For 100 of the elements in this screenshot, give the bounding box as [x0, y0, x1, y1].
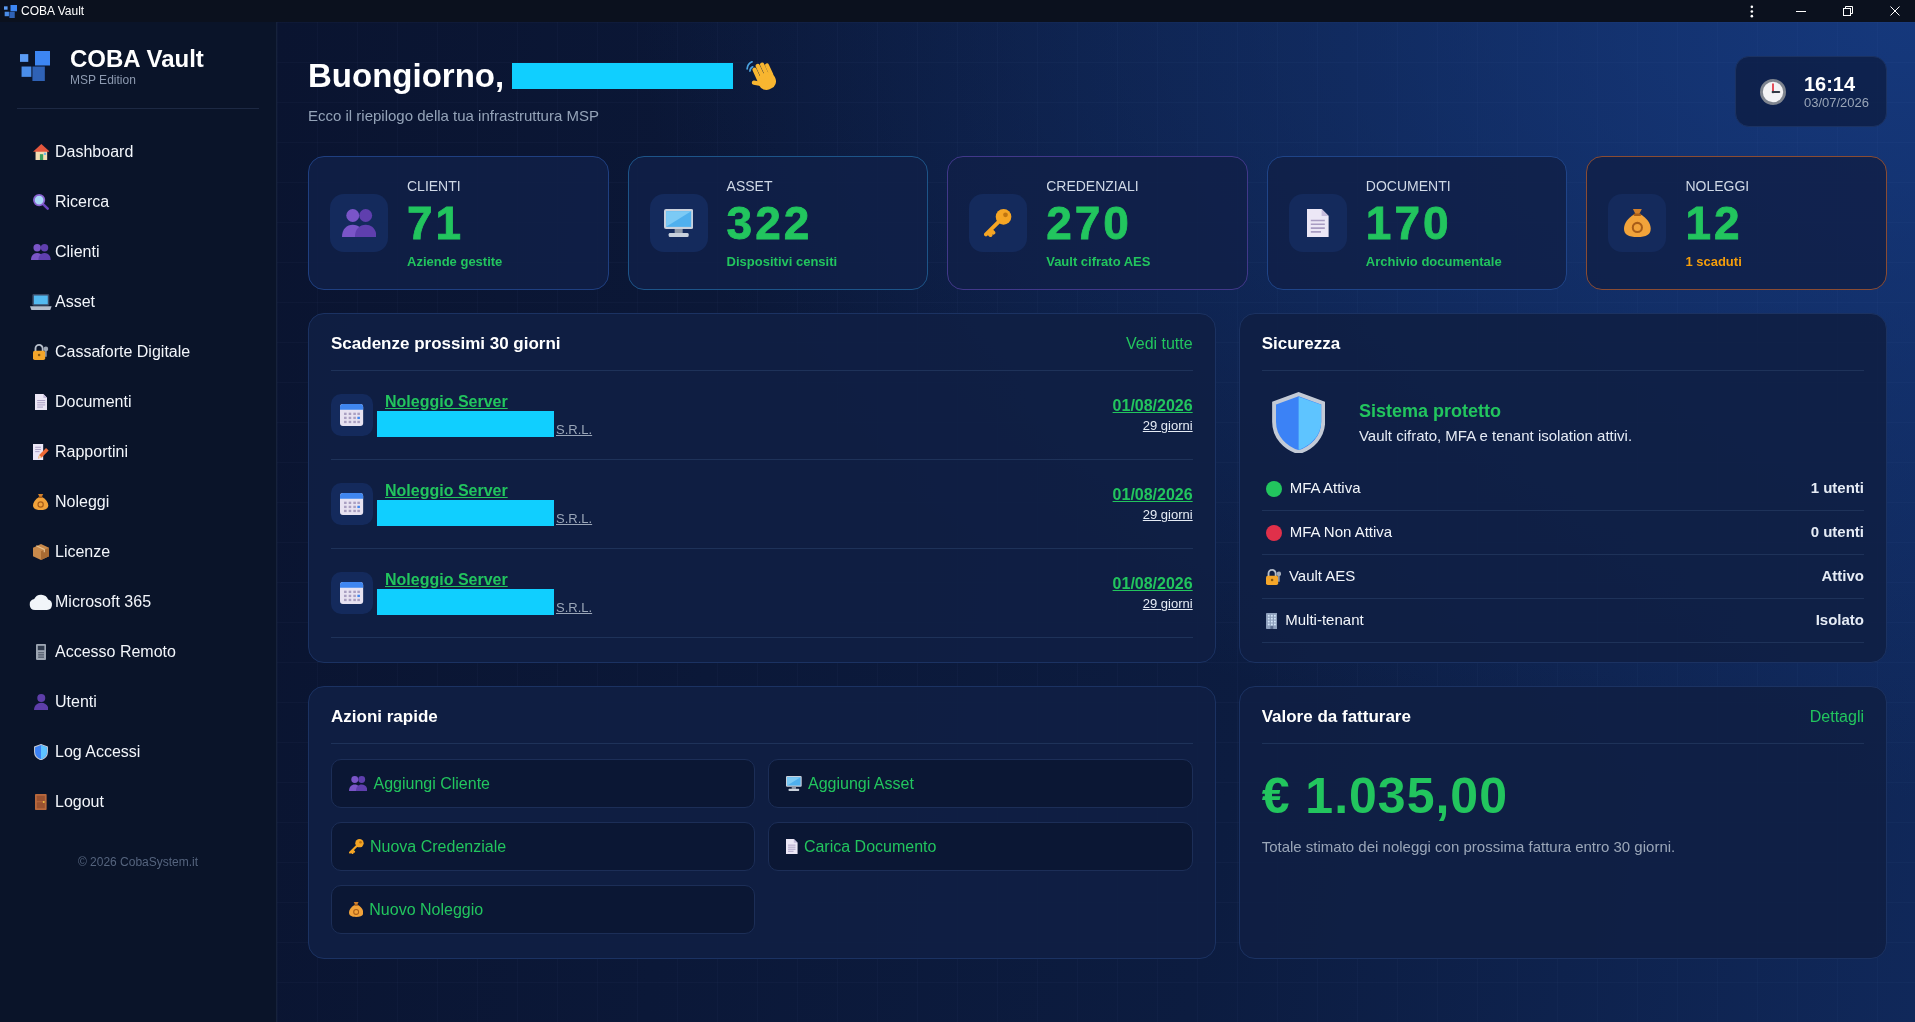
kebab-menu-icon[interactable] — [1750, 4, 1754, 18]
key-icon — [349, 839, 364, 854]
document-icon — [34, 394, 48, 410]
quick-action-button[interactable]: Carica Documento — [768, 822, 1193, 871]
shield-icon — [34, 744, 48, 760]
sidebar-nav-item[interactable]: Clienti — [33, 242, 100, 262]
stat-label: DOCUMENTI — [1365, 177, 1452, 194]
security-label: MFA Attiva — [1289, 478, 1361, 499]
stat-label: CLIENTI — [407, 177, 462, 194]
client-name-link[interactable]: S.R.L. — [556, 511, 593, 526]
minimize-icon[interactable] — [1796, 10, 1806, 12]
details-link[interactable]: Dettagli — [1809, 705, 1864, 729]
padlock-key-icon — [33, 344, 49, 360]
view-all-link[interactable]: Vedi tutte — [1125, 332, 1193, 356]
billing-amount: € 1.035,00 — [1261, 768, 1509, 825]
building-icon — [1265, 612, 1278, 629]
stat-note: Dispositivi censiti — [726, 253, 838, 269]
stat-value: 322 — [726, 199, 814, 246]
people-icon — [349, 776, 368, 791]
sidebar-nav-item[interactable]: Documenti — [33, 392, 132, 412]
monitor-icon — [649, 194, 708, 252]
memo-pencil-icon — [33, 444, 49, 460]
client-name-link[interactable]: S.R.L. — [556, 422, 593, 437]
panel-title: Scadenze prossimi 30 giorni — [331, 333, 561, 356]
sidebar-nav-item[interactable]: Asset — [33, 292, 95, 312]
greeting-text: Buongiorno, — [308, 56, 505, 96]
due-date-link[interactable]: 01/08/2026 — [1112, 396, 1193, 416]
window-title: COBA Vault — [21, 4, 85, 18]
quick-action-button[interactable]: Aggiungi Cliente — [331, 759, 756, 808]
status-title: Sistema protetto — [1358, 399, 1502, 422]
stat-note: Vault cifrato AES — [1046, 253, 1151, 269]
sidebar-nav-item[interactable]: Noleggi — [33, 492, 110, 512]
sidebar-nav-item[interactable]: Ricerca — [33, 192, 110, 212]
laptop-icon — [30, 294, 52, 310]
quick-action-button[interactable]: Aggiungi Asset — [768, 759, 1193, 808]
stat-note: Archivio documentale — [1365, 253, 1502, 269]
greeting-subtitle: Ecco il riepilogo della tua infrastruttura MSP — [308, 106, 600, 126]
deadline-title-link[interactable]: Noleggio Server — [385, 482, 508, 500]
money-bag-icon — [349, 902, 364, 917]
door-icon — [35, 794, 47, 810]
restore-icon[interactable] — [1843, 6, 1853, 16]
sidebar-nav-item[interactable]: Logout — [33, 792, 104, 812]
brand-logo-icon — [20, 51, 50, 81]
money-bag-icon — [33, 494, 49, 510]
house-icon — [32, 144, 50, 160]
document-icon — [1288, 194, 1347, 252]
calendar-icon — [331, 394, 373, 436]
panel-title: Azioni rapide — [331, 706, 438, 729]
stat-value: 12 — [1685, 199, 1744, 246]
stat-note: Aziende gestite — [407, 253, 503, 269]
sidebar-nav-item[interactable]: Microsoft 365 — [33, 592, 152, 612]
security-value: Isolato — [1815, 610, 1864, 631]
clock-icon — [1759, 78, 1786, 105]
clock-date: 03/07/2026 — [1803, 94, 1869, 111]
sidebar-nav-item[interactable]: Cassaforte Digitale — [33, 342, 191, 362]
people-icon — [31, 244, 51, 260]
copyright-text: © 2026 CobaSystem.it — [76, 855, 200, 869]
days-remaining-link[interactable]: 29 giorni — [1142, 418, 1193, 434]
magnifier-icon — [33, 194, 49, 210]
due-date-link[interactable]: 01/08/2026 — [1112, 485, 1193, 505]
app-logo-icon — [4, 4, 17, 18]
days-remaining-link[interactable]: 29 giorni — [1142, 596, 1193, 612]
due-date-link[interactable]: 01/08/2026 — [1112, 574, 1193, 594]
brand-name: COBA Vault — [70, 45, 204, 73]
stat-value: 71 — [407, 199, 466, 246]
panel-title: Valore da fatturare — [1261, 706, 1411, 729]
sidebar-nav-item[interactable]: Rapportini — [33, 442, 128, 462]
stat-label: NOLEGGI — [1685, 177, 1750, 194]
padlock-key-icon — [1265, 568, 1281, 585]
status-description: Vault cifrato, MFA e tenant isolation attivi. — [1358, 425, 1633, 446]
days-remaining-link[interactable]: 29 giorni — [1142, 507, 1193, 523]
sidebar-nav-item[interactable]: Licenze — [33, 542, 111, 562]
quick-action-button[interactable]: Nuova Credenziale — [331, 822, 756, 871]
calendar-icon — [331, 483, 373, 525]
sidebar-nav-item[interactable]: Utenti — [33, 692, 97, 712]
quick-action-button[interactable]: Nuovo Noleggio — [331, 885, 756, 934]
device-icon — [35, 644, 47, 660]
clock-time: 16:14 — [1803, 72, 1857, 95]
stat-note: 1 scaduti — [1685, 253, 1743, 269]
document-icon — [786, 839, 798, 854]
people-icon — [330, 194, 388, 252]
security-value: 1 utenti — [1810, 478, 1864, 499]
cloud-icon — [29, 594, 53, 610]
sidebar-nav-item[interactable]: Accesso Remoto — [33, 642, 176, 662]
deadline-title-link[interactable]: Noleggio Server — [385, 571, 508, 589]
deadline-title-link[interactable]: Noleggio Server — [385, 393, 508, 411]
stat-value: 270 — [1046, 199, 1133, 246]
stat-label: CREDENZIALI — [1046, 177, 1140, 194]
close-icon[interactable] — [1890, 6, 1900, 16]
key-icon — [969, 194, 1028, 252]
package-icon — [33, 544, 49, 560]
client-name-link[interactable]: S.R.L. — [556, 600, 593, 615]
sidebar-nav-item[interactable]: Dashboard — [33, 142, 134, 162]
shield-icon — [1271, 392, 1325, 453]
stat-label: ASSET — [726, 177, 774, 194]
money-bag-icon — [1608, 194, 1667, 252]
sidebar-nav-item[interactable]: Log Accessi — [33, 742, 141, 762]
security-value: Attivo — [1821, 566, 1864, 587]
panel-title: Sicurezza — [1261, 333, 1341, 356]
brand-edition: MSP Edition — [70, 73, 137, 87]
